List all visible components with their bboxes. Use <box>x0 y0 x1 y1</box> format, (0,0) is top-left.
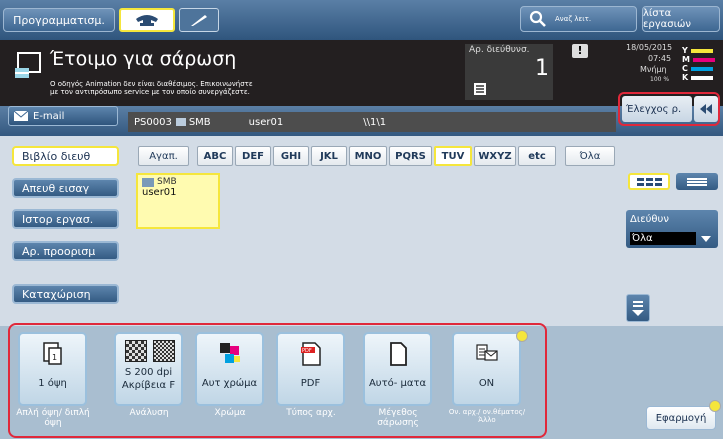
smb-icon <box>175 118 186 126</box>
list-view-icon <box>687 177 707 186</box>
index-tab-etc[interactable]: etc <box>518 146 556 166</box>
scanner-icon <box>15 52 41 78</box>
job-counter: Αρ. διεύθυνσ. 1 <box>465 44 553 100</box>
index-tab-abc[interactable]: ABC <box>197 146 233 166</box>
chevron-down-icon <box>701 236 711 242</box>
fax-mode-tab[interactable] <box>179 8 219 32</box>
index-tab-ghi[interactable]: GHI <box>273 146 309 166</box>
address-entry[interactable]: SMB user01 <box>136 173 220 229</box>
index-tab-pqrs[interactable]: PQRS <box>389 146 432 166</box>
list-view-button[interactable] <box>676 173 718 190</box>
index-tab-favorites[interactable]: Αγαπ. <box>138 146 189 166</box>
register-button[interactable]: Καταχώριση <box>12 284 119 304</box>
collapse-panel-button[interactable] <box>694 96 718 122</box>
envelope-icon <box>13 110 29 121</box>
index-tab-jkl[interactable]: JKL <box>311 146 347 166</box>
scroll-down-button[interactable] <box>626 294 650 322</box>
destination-number-button[interactable]: Αρ. προορισμ <box>12 241 119 261</box>
grid-view-icon <box>637 177 662 186</box>
index-tab-def[interactable]: DEF <box>235 146 271 166</box>
email-tab[interactable]: E-mail <box>8 106 118 126</box>
index-tab-mno[interactable]: MNO <box>349 146 387 166</box>
warning-icon[interactable]: ! <box>572 44 588 58</box>
check-destination-button[interactable]: Έλεγχος ρ. <box>622 96 692 122</box>
settings-highlight <box>8 323 547 438</box>
grid-view-button[interactable] <box>628 173 670 190</box>
job-list-button[interactable]: λίστα εργασιών <box>642 6 720 32</box>
index-tab-all[interactable]: Όλα <box>565 146 615 166</box>
apply-button[interactable]: Εφαρμογή <box>646 406 716 430</box>
status-title: Έτοιμο για σάρωση <box>50 48 237 70</box>
job-queue-icon <box>474 83 486 95</box>
computer-icon <box>142 177 154 187</box>
scan-mode-tab[interactable] <box>119 8 175 32</box>
address-type-selector[interactable]: Διεύθυν Όλα <box>626 210 718 248</box>
apply-indicator <box>709 400 721 412</box>
double-chevron-left-icon <box>700 104 712 114</box>
toner-levels: Y M C K <box>682 46 715 82</box>
direct-input-button[interactable]: Απευθ εισαγ <box>12 178 119 198</box>
status-message: Ο οδηγός Animation δεν είναι διαθέσιμος.… <box>50 80 253 96</box>
phone-icon <box>136 15 158 26</box>
index-tab-wxyz[interactable]: WXYZ <box>474 146 516 166</box>
pen-icon <box>191 15 207 26</box>
address-book-button[interactable]: Βιβλίο διευθ <box>12 146 119 166</box>
job-history-button[interactable]: Ιστορ εργασ. <box>12 209 119 229</box>
search-icon <box>529 10 546 27</box>
destination-path: PS0003 SMB user01 \\1\1 <box>128 112 616 132</box>
search-function-button[interactable]: Αναζ λειτ. <box>520 6 637 32</box>
program-button[interactable]: Προγραμματισμ. <box>3 8 115 32</box>
index-tab-tuv[interactable]: TUV <box>434 146 472 166</box>
page-down-icon <box>632 301 644 316</box>
